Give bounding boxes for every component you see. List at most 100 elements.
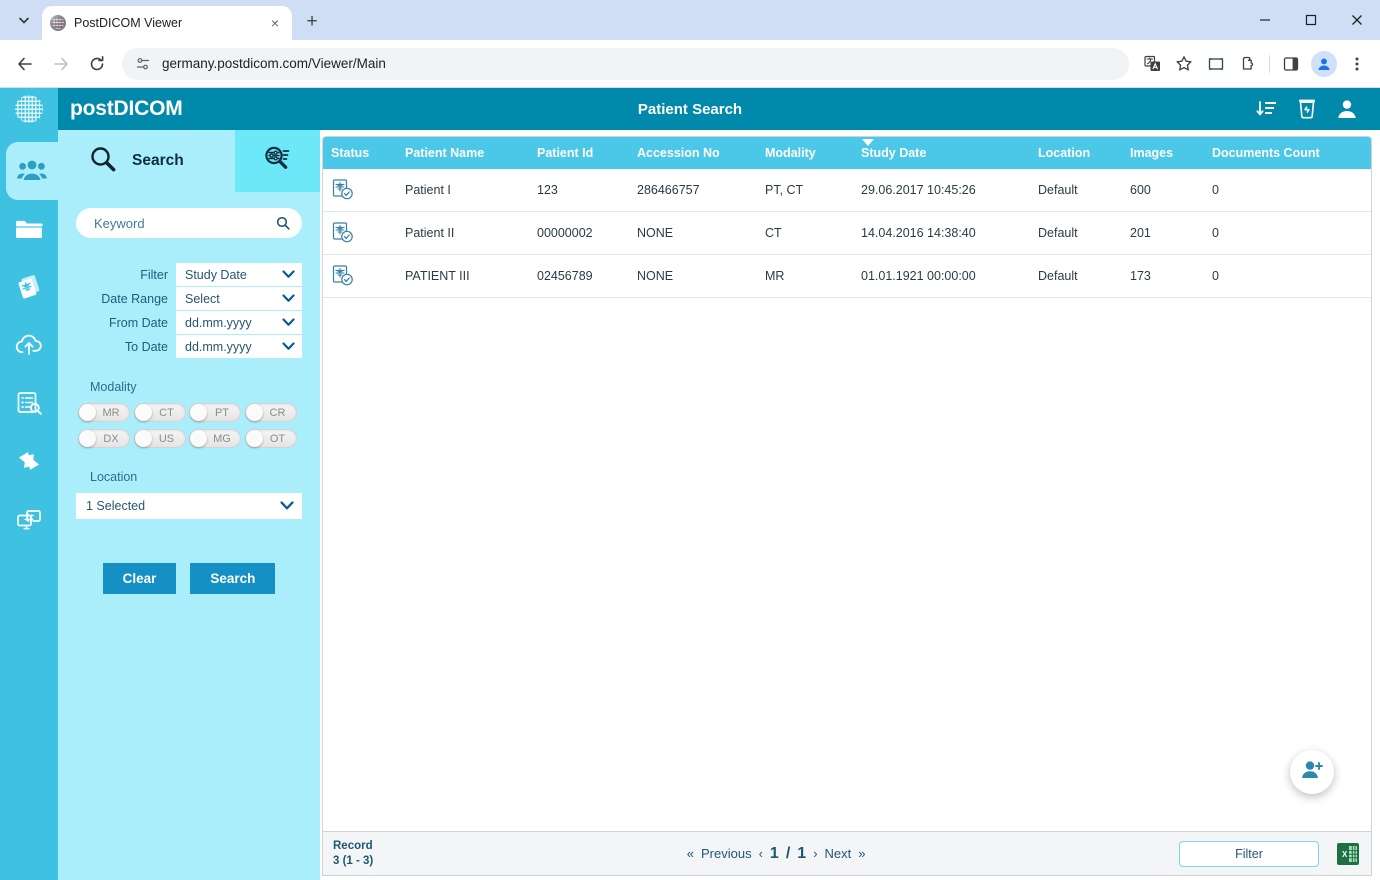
close-icon[interactable]: × bbox=[266, 14, 284, 32]
date-range-select[interactable]: Select bbox=[176, 287, 302, 310]
next-page-button[interactable]: Next bbox=[825, 846, 852, 861]
keyword-search-box[interactable] bbox=[76, 208, 302, 238]
page-separator: / bbox=[786, 845, 790, 863]
site-settings-icon[interactable] bbox=[134, 49, 152, 79]
magnifier-icon bbox=[88, 144, 118, 179]
column-status[interactable]: Status bbox=[323, 137, 397, 169]
sort-descending-arrow-icon bbox=[862, 139, 874, 146]
search-panel: Search bbox=[58, 130, 320, 880]
filter-fields: Filter Study Date Date Range Select bbox=[76, 263, 302, 358]
bookmark-star-icon[interactable] bbox=[1169, 49, 1199, 79]
column-accession-no[interactable]: Accession No bbox=[629, 137, 757, 169]
sidebar-item-documents[interactable] bbox=[0, 258, 58, 316]
pagination: « Previous ‹ 1 / 1 › Next » bbox=[383, 845, 1169, 863]
filter-row-filter: Filter Study Date bbox=[76, 263, 302, 286]
table-row[interactable]: Patient I 123 286466757 PT, CT 29.06.201… bbox=[323, 169, 1371, 212]
modality-toggle-cr[interactable]: CR bbox=[245, 403, 297, 422]
cast-icon[interactable] bbox=[1201, 49, 1231, 79]
column-patient-id[interactable]: Patient Id bbox=[529, 137, 629, 169]
modality-toggle-mr[interactable]: MR bbox=[78, 403, 130, 422]
column-study-date[interactable]: Study Date bbox=[853, 137, 1030, 169]
sidebar-item-sync[interactable] bbox=[0, 432, 58, 490]
cell-status[interactable] bbox=[323, 169, 397, 212]
minimize-icon[interactable] bbox=[1242, 0, 1288, 40]
side-panel-icon[interactable] bbox=[1276, 49, 1306, 79]
user-account-icon[interactable] bbox=[1336, 98, 1358, 120]
sidebar-item-worklist[interactable] bbox=[0, 374, 58, 432]
table-row[interactable]: PATIENT III 02456789 NONE MR 01.01.1921 … bbox=[323, 255, 1371, 298]
from-date-input[interactable]: dd.mm.yyyy bbox=[176, 311, 302, 334]
add-patient-fab[interactable] bbox=[1290, 750, 1334, 794]
table-row[interactable]: Patient II 00000002 NONE CT 14.04.2016 1… bbox=[323, 212, 1371, 255]
tab-advanced-search[interactable] bbox=[235, 130, 320, 192]
toolbar-divider bbox=[1269, 55, 1270, 73]
next-page-icon[interactable]: › bbox=[813, 846, 817, 861]
chevron-down-icon bbox=[282, 318, 295, 327]
modality-toggle-pt[interactable]: PT bbox=[189, 403, 241, 422]
modality-toggle-us[interactable]: US bbox=[134, 429, 186, 448]
filter-row-from-date: From Date dd.mm.yyyy bbox=[76, 311, 302, 334]
close-window-icon[interactable] bbox=[1334, 0, 1380, 40]
column-patient-name[interactable]: Patient Name bbox=[397, 137, 529, 169]
cell-location: Default bbox=[1030, 255, 1122, 298]
browser-menu-icon[interactable] bbox=[1342, 49, 1372, 79]
tab-search[interactable]: Search bbox=[58, 130, 235, 192]
recycle-bin-icon[interactable] bbox=[1296, 98, 1318, 120]
translate-icon[interactable] bbox=[1137, 49, 1167, 79]
cell-images: 201 bbox=[1122, 212, 1204, 255]
tab-search-list-button[interactable] bbox=[10, 6, 38, 34]
cell-documents-count: 0 bbox=[1204, 169, 1371, 212]
record-range: 3 (1 - 3) bbox=[333, 854, 373, 868]
forward-arrow-icon[interactable] bbox=[44, 47, 78, 81]
table-header: Status Patient Name Patient Id Accession… bbox=[323, 137, 1371, 169]
modality-label: CR bbox=[263, 407, 296, 419]
address-bar[interactable]: germany.postdicom.com/Viewer/Main bbox=[122, 48, 1129, 80]
sidebar-item-upload[interactable] bbox=[0, 316, 58, 374]
cell-patient-id: 00000002 bbox=[529, 212, 629, 255]
reload-icon[interactable] bbox=[80, 47, 114, 81]
modality-toggle-mg[interactable]: MG bbox=[189, 429, 241, 448]
search-input[interactable] bbox=[92, 215, 276, 232]
column-location[interactable]: Location bbox=[1030, 137, 1122, 169]
column-images[interactable]: Images bbox=[1122, 137, 1204, 169]
cell-status[interactable] bbox=[323, 255, 397, 298]
sidebar-item-folders[interactable] bbox=[0, 200, 58, 258]
advanced-search-icon bbox=[261, 143, 295, 180]
search-icon[interactable] bbox=[276, 216, 290, 230]
profile-avatar[interactable] bbox=[1311, 51, 1337, 77]
new-tab-button[interactable]: + bbox=[298, 8, 326, 36]
modality-toggle-ct[interactable]: CT bbox=[134, 403, 186, 422]
cell-patient-name: Patient II bbox=[397, 212, 529, 255]
previous-page-icon[interactable]: ‹ bbox=[759, 846, 763, 861]
filter-label: Filter bbox=[140, 268, 168, 282]
location-select[interactable]: 1 Selected bbox=[76, 493, 302, 519]
sidebar-item-share-screen[interactable] bbox=[0, 490, 58, 548]
excel-export-icon[interactable]: X bbox=[1337, 843, 1359, 865]
modality-toggle-dx[interactable]: DX bbox=[78, 429, 130, 448]
extensions-icon[interactable] bbox=[1233, 49, 1263, 79]
clear-button[interactable]: Clear bbox=[103, 563, 177, 594]
record-count: Record 3 (1 - 3) bbox=[333, 839, 373, 868]
filter-button[interactable]: Filter bbox=[1179, 841, 1319, 867]
modality-toggle-ot[interactable]: OT bbox=[245, 429, 297, 448]
first-page-button[interactable]: « bbox=[687, 846, 694, 861]
record-label: Record bbox=[333, 839, 373, 853]
search-button[interactable]: Search bbox=[190, 563, 275, 594]
back-arrow-icon[interactable] bbox=[8, 47, 42, 81]
maximize-icon[interactable] bbox=[1288, 0, 1334, 40]
filter-select[interactable]: Study Date bbox=[176, 263, 302, 286]
previous-page-button[interactable]: Previous bbox=[701, 846, 752, 861]
column-modality[interactable]: Modality bbox=[757, 137, 853, 169]
window-controls bbox=[1242, 0, 1380, 40]
to-date-input[interactable]: dd.mm.yyyy bbox=[176, 335, 302, 358]
sort-descending-icon[interactable] bbox=[1256, 98, 1278, 120]
cell-modality: MR bbox=[757, 255, 853, 298]
tab-title: PostDICOM Viewer bbox=[74, 16, 258, 30]
sidebar-item-patients[interactable] bbox=[6, 142, 58, 200]
last-page-icon[interactable]: » bbox=[858, 846, 865, 861]
tab-search-label: Search bbox=[132, 152, 184, 170]
browser-tab[interactable]: PostDICOM Viewer × bbox=[42, 6, 292, 40]
column-documents-count[interactable]: Documents Count bbox=[1204, 137, 1371, 169]
to-date-value: dd.mm.yyyy bbox=[185, 340, 252, 354]
cell-status[interactable] bbox=[323, 212, 397, 255]
